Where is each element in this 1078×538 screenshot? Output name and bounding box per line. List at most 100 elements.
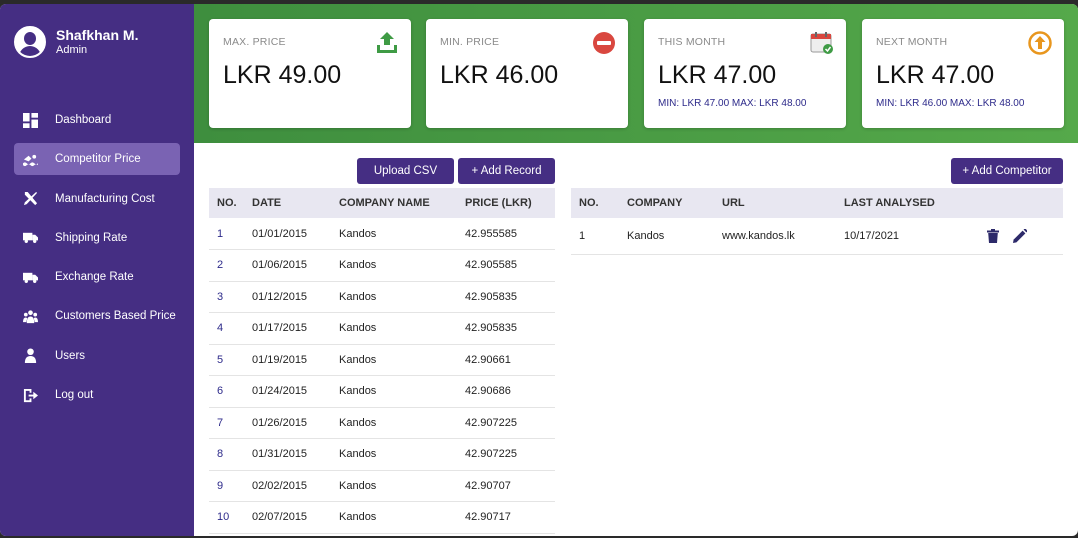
- card-min-max: MIN: LKR 47.00 MAX: LKR 48.00: [658, 98, 807, 109]
- cell-no: 1: [571, 218, 627, 255]
- sidebar-item-label: Dashboard: [55, 114, 112, 126]
- card-label: NEXT MONTH: [876, 36, 948, 48]
- table-row: 3 01/12/2015 Kandos 42.905835: [209, 281, 555, 313]
- card-value: LKR 46.00: [440, 61, 559, 89]
- max-price-card: MAX. PRICE LKR 49.00: [209, 19, 411, 128]
- card-value: LKR 49.00: [223, 61, 342, 89]
- cell-date: 01/17/2015: [252, 312, 339, 345]
- cell-date: 02/07/2015: [252, 501, 339, 534]
- sidebar-item-log-out[interactable]: Log out: [14, 379, 180, 411]
- table-row: 2 01/06/2015 Kandos 42.905585: [209, 249, 555, 282]
- cell-no: 3: [209, 281, 252, 313]
- cell-price: 42.905835: [465, 312, 555, 345]
- next-month-card: NEXT MONTH LKR 47.00 MIN: LKR 46.00 MAX:…: [862, 19, 1064, 128]
- upload-icon: [375, 31, 399, 55]
- user-role: Admin: [56, 44, 88, 56]
- cell-company: Kandos: [627, 218, 722, 255]
- tools-icon: [22, 191, 38, 207]
- sidebar-item-label: Users: [55, 349, 86, 362]
- cell-company: Kandos: [339, 438, 465, 471]
- cell-company: Kandos: [339, 470, 465, 502]
- add-record-button[interactable]: + Add Record: [458, 158, 555, 184]
- card-label: THIS MONTH: [658, 36, 726, 48]
- cell-date: 01/31/2015: [252, 438, 339, 471]
- cell-company: Kandos: [339, 249, 465, 282]
- cell-company: Kandos: [339, 375, 465, 408]
- table-row: 10 02/07/2015 Kandos 42.90717: [209, 501, 555, 534]
- user-icon: [22, 348, 38, 364]
- cell-price: 42.90661: [465, 344, 555, 376]
- cell-last-analysed: 10/17/2021: [844, 218, 986, 255]
- table-row: 1 01/01/2015 Kandos 42.955585: [209, 218, 555, 250]
- column-header-url: URL: [722, 188, 844, 218]
- cell-actions: [986, 218, 1063, 255]
- competitors-table: NO. COMPANY URL LAST ANALYSED 1 Kandos w…: [571, 188, 1063, 255]
- cell-no: 10: [209, 501, 252, 534]
- cell-date: 02/02/2015: [252, 470, 339, 502]
- column-header-no: NO.: [571, 188, 627, 218]
- table-row: 1 Kandos www.kandos.lk 10/17/2021: [571, 218, 1063, 255]
- card-label: MIN. PRICE: [440, 36, 500, 48]
- sidebar: Shafkhan M. Admin Dashboard Competitor P…: [0, 4, 194, 536]
- add-competitor-button[interactable]: + Add Competitor: [951, 158, 1063, 184]
- sidebar-item-exchange-rate[interactable]: Exchange Rate: [14, 261, 180, 293]
- column-header-actions: [986, 188, 1063, 218]
- sidebar-item-dashboard[interactable]: Dashboard: [14, 104, 180, 136]
- cell-price: 42.905835: [465, 281, 555, 313]
- cell-date: 01/12/2015: [252, 281, 339, 313]
- avatar: [14, 26, 46, 58]
- column-header-company: COMPANY: [627, 188, 722, 218]
- card-value: LKR 47.00: [658, 61, 777, 89]
- truck-icon: [22, 269, 38, 285]
- card-min-max: MIN: LKR 46.00 MAX: LKR 48.00: [876, 98, 1025, 109]
- calendar-check-icon: [810, 31, 834, 55]
- cell-company: Kandos: [339, 281, 465, 313]
- cell-company: Kandos: [339, 218, 465, 250]
- sidebar-item-label: Customers Based Price: [55, 310, 176, 323]
- sidebar-item-users[interactable]: Users: [14, 340, 180, 372]
- upload-csv-button[interactable]: Upload CSV: [357, 158, 454, 184]
- edit-pencil-icon[interactable]: [1013, 227, 1028, 243]
- sidebar-item-competitor-price[interactable]: Competitor Price: [14, 143, 180, 176]
- sidebar-item-shipping-rate[interactable]: Shipping Rate: [14, 222, 180, 254]
- swimmer-icon: [22, 151, 38, 167]
- cell-no: 2: [209, 249, 252, 282]
- card-value: LKR 47.00: [876, 61, 995, 89]
- cell-no: 8: [209, 438, 252, 471]
- sidebar-item-label: Competitor Price: [55, 153, 141, 166]
- app-window: Shafkhan M. Admin Dashboard Competitor P…: [0, 4, 1078, 536]
- cell-date: 01/26/2015: [252, 407, 339, 439]
- cell-no: 5: [209, 344, 252, 376]
- users-group-icon: [22, 308, 38, 324]
- sidebar-item-manufacturing-cost[interactable]: Manufacturing Cost: [14, 183, 180, 215]
- logout-icon: [22, 387, 38, 403]
- cell-company: Kandos: [339, 407, 465, 439]
- table-row: 9 02/02/2015 Kandos 42.90707: [209, 470, 555, 502]
- trash-icon[interactable]: [986, 228, 1000, 243]
- user-name: Shafkhan M.: [56, 27, 139, 43]
- sidebar-item-customers-based-price[interactable]: Customers Based Price: [14, 300, 180, 332]
- sidebar-nav: Dashboard Competitor Price Manufacturing…: [14, 104, 180, 418]
- column-header-company-name: COMPANY NAME: [339, 188, 465, 218]
- cell-price: 42.907225: [465, 438, 555, 471]
- cell-price: 42.90707: [465, 470, 555, 502]
- sidebar-item-label: Shipping Rate: [55, 231, 128, 244]
- dashboard-icon: [22, 112, 38, 128]
- sidebar-item-label: Manufacturing Cost: [55, 192, 155, 205]
- table-header-row: NO. COMPANY URL LAST ANALYSED: [571, 188, 1063, 218]
- table-row: 7 01/26/2015 Kandos 42.907225: [209, 407, 555, 439]
- column-header-price: PRICE (LKR): [465, 188, 555, 218]
- cell-company: Kandos: [339, 312, 465, 345]
- min-price-card: MIN. PRICE LKR 46.00: [426, 19, 628, 128]
- price-records-table: NO. DATE COMPANY NAME PRICE (LKR) 1 01/01…: [209, 188, 555, 534]
- cell-no: 6: [209, 375, 252, 408]
- column-header-last-analysed: LAST ANALYSED: [844, 188, 986, 218]
- shipping-truck-icon: [22, 230, 38, 246]
- cell-date: 01/06/2015: [252, 249, 339, 282]
- cell-company: Kandos: [339, 501, 465, 534]
- cell-company: Kandos: [339, 344, 465, 376]
- cell-date: 01/19/2015: [252, 344, 339, 376]
- cell-no: 9: [209, 470, 252, 502]
- table-header-row: NO. DATE COMPANY NAME PRICE (LKR): [209, 188, 555, 218]
- arrow-up-circle-icon: [1028, 31, 1052, 55]
